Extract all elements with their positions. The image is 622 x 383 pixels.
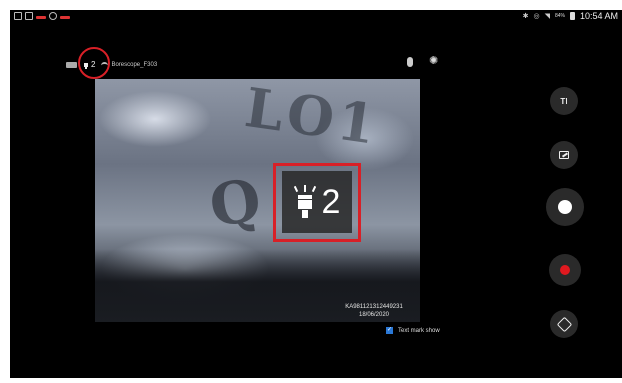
capture-icon xyxy=(558,200,572,214)
image-stamp: KA981121312449231 18/06/2020 xyxy=(329,303,419,319)
battery-icon xyxy=(569,12,575,20)
light-icon xyxy=(293,185,316,218)
device-name: Borescope_F303 xyxy=(111,61,158,68)
settings-icon xyxy=(49,12,57,20)
gallery-icon xyxy=(25,12,33,20)
microphone-icon[interactable] xyxy=(407,57,413,67)
battery-percent: 84% xyxy=(554,13,565,19)
light-level-overlay: 2 xyxy=(282,171,352,233)
draw-icon xyxy=(559,151,569,159)
text-mark-label: Text mark show xyxy=(398,327,440,334)
record-icon xyxy=(560,265,570,275)
gear-icon[interactable]: ✺ xyxy=(429,56,439,67)
clock: 10:54 AM xyxy=(579,11,618,21)
battery-saver-icon xyxy=(60,15,70,19)
record-button[interactable] xyxy=(549,254,581,286)
text-mark-toggle[interactable]: ✓ Text mark show xyxy=(386,327,440,334)
annotation-circle xyxy=(78,47,110,79)
rotate-icon xyxy=(556,316,572,332)
etched-marking-bottom: Q xyxy=(205,165,266,241)
capture-date: 18/06/2020 xyxy=(358,312,390,318)
notification-icon xyxy=(14,12,22,20)
draw-button[interactable] xyxy=(550,141,578,169)
status-bar: ✱ ◎ ◥ 84% 10:54 AM xyxy=(10,10,622,24)
text-edit-button[interactable]: Tǀ xyxy=(550,87,578,115)
text-mark-checkbox[interactable]: ✓ xyxy=(386,327,393,334)
wifi-icon: ◥ xyxy=(544,13,550,20)
camera-preview: LO1 Q 2 KA981121312449231 18/06/2020 xyxy=(95,79,420,322)
battery-saver-icon xyxy=(36,15,46,19)
annotation-box: 2 xyxy=(273,163,361,242)
device-screen: ✱ ◎ ◥ 84% 10:54 AM 2 Borescope_F303 ✺ LO… xyxy=(10,10,622,378)
rotate-button[interactable] xyxy=(550,310,578,338)
etched-marking-top: LO1 xyxy=(241,79,384,158)
alarm-icon: ◎ xyxy=(533,13,540,20)
capture-button[interactable] xyxy=(546,188,584,226)
overlay-light-level: 2 xyxy=(321,183,341,221)
device-battery-icon xyxy=(66,61,77,68)
serial-number: KA981121312449231 xyxy=(345,304,403,310)
status-left-icons xyxy=(14,12,70,20)
bluetooth-icon: ✱ xyxy=(522,13,529,20)
status-right-icons: ✱ ◎ ◥ 84% 10:54 AM xyxy=(523,11,618,21)
